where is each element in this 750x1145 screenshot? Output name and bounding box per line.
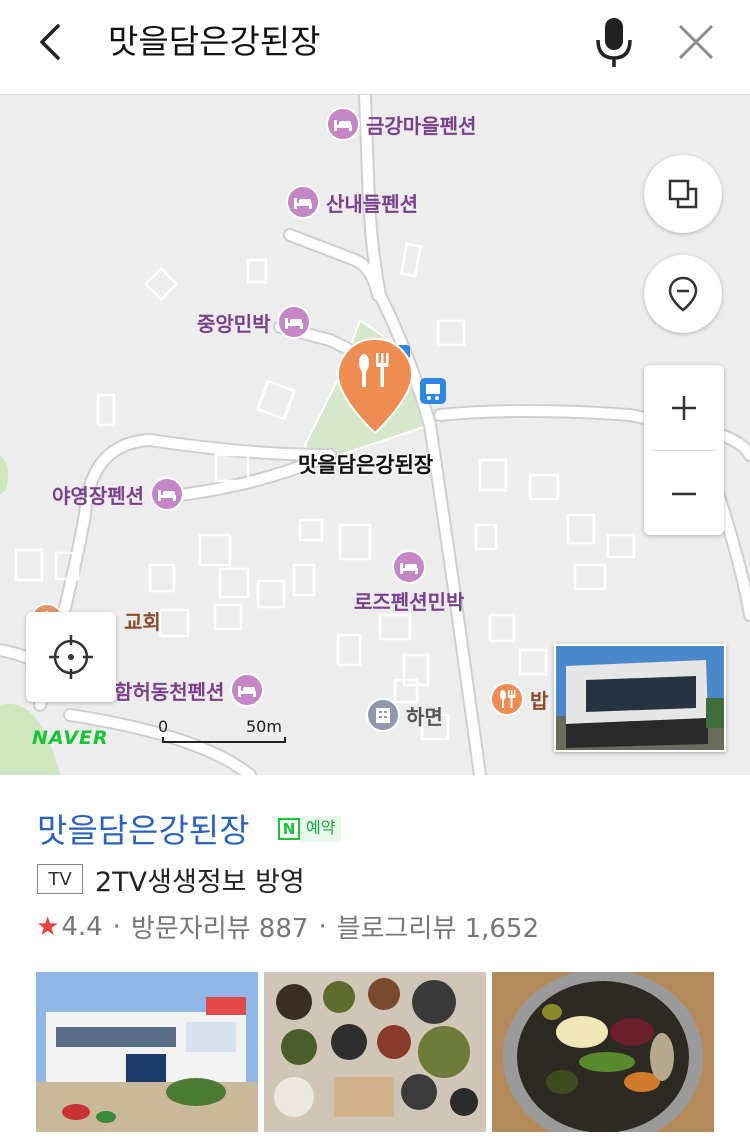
map-poi[interactable]: 밥 bbox=[490, 682, 548, 716]
restaurant-exterior-photo bbox=[36, 972, 258, 1132]
street-view-image bbox=[556, 646, 724, 750]
tv-broadcast-info: 2TV생생정보 방영 bbox=[95, 867, 305, 898]
lodging-icon bbox=[392, 550, 427, 584]
lodging-icon bbox=[230, 673, 265, 707]
zoom-in-button[interactable] bbox=[644, 365, 724, 450]
place-photo[interactable] bbox=[36, 972, 258, 1132]
selected-place-marker[interactable] bbox=[336, 337, 414, 437]
scale-distance-label: 50m bbox=[246, 717, 282, 736]
poi-label: 밥 bbox=[530, 688, 549, 713]
poi-label: 금강마을펜션 bbox=[366, 113, 477, 138]
lodging-icon bbox=[150, 477, 184, 511]
separator: · bbox=[318, 911, 327, 942]
scale-zero-label: 0 bbox=[158, 717, 169, 736]
back-button[interactable] bbox=[30, 20, 74, 64]
selected-place-label: 맛을담은강된장 bbox=[298, 453, 434, 477]
naver-booking-icon: N bbox=[278, 818, 300, 840]
current-location-button[interactable] bbox=[26, 612, 116, 702]
map-poi[interactable]: 야영장펜션 bbox=[52, 477, 184, 511]
chevron-left-icon bbox=[40, 24, 60, 60]
zoom-controls bbox=[644, 365, 724, 535]
poi-label: 함허동천펜션 bbox=[114, 679, 225, 704]
lodging-icon bbox=[326, 107, 360, 141]
building-icon bbox=[366, 698, 400, 732]
layers-icon bbox=[668, 179, 698, 209]
close-icon bbox=[678, 24, 714, 60]
map-view[interactable]: 금강마을펜션 산내들펜션 중앙민박 야영장펜션 로즈펜션민박 교회 함허동천펜션 bbox=[0, 95, 750, 775]
bibimbap-photo bbox=[492, 972, 714, 1132]
street-view-thumbnail[interactable] bbox=[554, 644, 726, 752]
map-poi[interactable]: 함허동천펜션 bbox=[114, 673, 265, 707]
visitor-reviews-link[interactable]: 방문자리뷰 887 bbox=[131, 908, 309, 945]
clear-search-button[interactable] bbox=[676, 22, 716, 62]
restaurant-icon bbox=[490, 682, 524, 716]
map-layer-button[interactable] bbox=[644, 155, 722, 233]
search-header: 맛을담은강된장 bbox=[0, 0, 750, 95]
lodging-icon bbox=[286, 185, 320, 219]
plus-icon bbox=[672, 395, 696, 420]
scale-bar bbox=[162, 737, 286, 743]
star-icon: ★ bbox=[36, 911, 60, 942]
map-poi[interactable]: 하면 bbox=[366, 698, 443, 732]
rating-value: 4.4 bbox=[61, 911, 103, 942]
minus-icon bbox=[672, 492, 696, 495]
naver-logo: NAVER bbox=[32, 727, 109, 749]
voice-search-button[interactable] bbox=[592, 16, 636, 70]
blog-reviews-link[interactable]: 블로그리뷰 1,652 bbox=[337, 908, 539, 945]
map-poi[interactable]: 로즈펜션민박 bbox=[354, 550, 464, 615]
place-title[interactable]: 맛을담은강된장 bbox=[37, 804, 250, 852]
map-pin-icon bbox=[668, 276, 698, 312]
place-photo[interactable] bbox=[264, 972, 486, 1132]
poi-label: 중앙민박 bbox=[197, 311, 271, 336]
map-scale: 0 50m bbox=[158, 717, 288, 747]
booking-label: 예약 bbox=[300, 816, 342, 842]
booking-badge[interactable]: N 예약 bbox=[278, 816, 342, 842]
microphone-icon bbox=[596, 18, 632, 67]
search-query[interactable]: 맛을담은강된장 bbox=[108, 18, 321, 66]
map-poi[interactable]: 금강마을펜션 bbox=[326, 107, 476, 141]
lodging-icon bbox=[276, 305, 311, 339]
crosshair-icon bbox=[49, 635, 93, 679]
separator: · bbox=[112, 911, 121, 942]
poi-label: 산내들펜션 bbox=[326, 191, 418, 216]
place-photo[interactable] bbox=[492, 972, 714, 1132]
rating-row: ★ 4.4 · 방문자리뷰 887 · 블로그리뷰 1,652 bbox=[36, 908, 539, 945]
place-info-panel: 맛을담은강된장 N 예약 TV 2TV생생정보 방영 ★ 4.4 · 방문자리뷰… bbox=[0, 776, 750, 1145]
map-location-pin-button[interactable] bbox=[644, 255, 722, 333]
food-table-photo bbox=[264, 972, 486, 1132]
poi-label: 하면 bbox=[406, 704, 443, 729]
poi-label: 야영장펜션 bbox=[52, 483, 144, 508]
poi-label: 교회 bbox=[124, 609, 161, 634]
poi-label: 로즈펜션민박 bbox=[354, 590, 465, 614]
map-poi[interactable]: 중앙민박 bbox=[197, 305, 311, 339]
tv-tag: TV bbox=[37, 864, 83, 894]
zoom-out-button[interactable] bbox=[644, 451, 724, 536]
photo-strip bbox=[36, 972, 714, 1132]
map-poi[interactable]: 산내들펜션 bbox=[286, 185, 418, 219]
